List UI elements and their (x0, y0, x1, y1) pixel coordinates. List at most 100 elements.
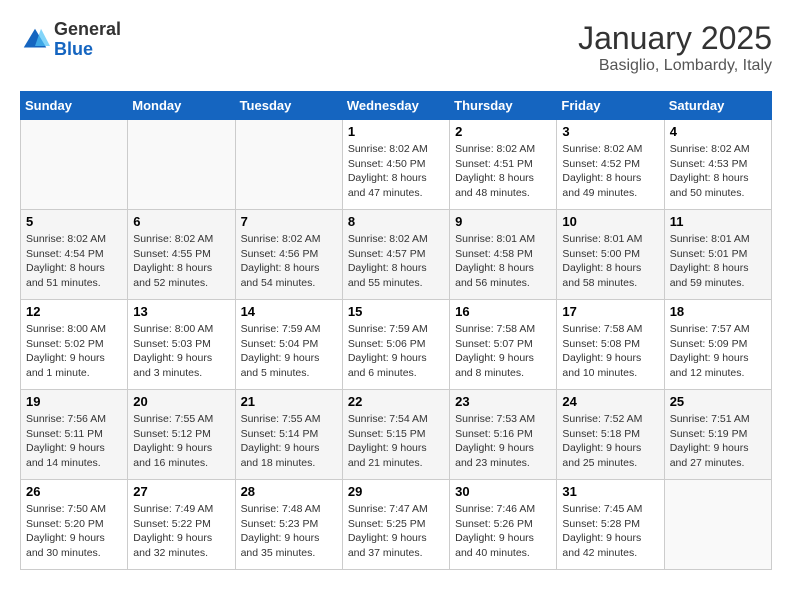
day-info: Sunrise: 8:02 AM Sunset: 4:51 PM Dayligh… (455, 142, 551, 201)
calendar-cell: 2 Sunrise: 8:02 AM Sunset: 4:51 PM Daylig… (450, 120, 557, 210)
day-number: 20 (133, 394, 229, 409)
calendar-cell: 20 Sunrise: 7:55 AM Sunset: 5:12 PM Dayli… (128, 390, 235, 480)
calendar-cell (664, 480, 771, 570)
calendar-cell: 3Sunrise: 8:02 AM Sunset: 4:52 PM Daylig… (557, 120, 664, 210)
logo: General Blue (20, 20, 121, 60)
weekday-header: Friday (557, 92, 664, 120)
day-info: Sunrise: 7:54 AM Sunset: 5:15 PM Dayligh… (348, 412, 444, 471)
day-number: 11 (670, 214, 766, 229)
calendar-cell: 30 Sunrise: 7:46 AM Sunset: 5:26 PM Dayli… (450, 480, 557, 570)
day-number: 15 (348, 304, 444, 319)
day-info: Sunrise: 8:02 AM Sunset: 4:52 PM Dayligh… (562, 142, 658, 201)
day-info: Sunrise: 7:45 AM Sunset: 5:28 PM Dayligh… (562, 502, 658, 561)
calendar-cell: 26 Sunrise: 7:50 AM Sunset: 5:20 PM Dayli… (21, 480, 128, 570)
logo-blue: Blue (54, 40, 121, 60)
day-info: Sunrise: 7:59 AM Sunset: 5:06 PM Dayligh… (348, 322, 444, 381)
day-number: 8 (348, 214, 444, 229)
calendar-header: SundayMondayTuesdayWednesdayThursdayFrid… (21, 92, 772, 120)
day-info: Sunrise: 7:51 AM Sunset: 5:19 PM Dayligh… (670, 412, 766, 471)
weekday-header: Wednesday (342, 92, 449, 120)
day-info: Sunrise: 8:02 AM Sunset: 4:56 PM Dayligh… (241, 232, 337, 291)
calendar-cell: 12Sunrise: 8:00 AM Sunset: 5:02 PM Dayli… (21, 300, 128, 390)
calendar-cell: 19 Sunrise: 7:56 AM Sunset: 5:11 PM Dayli… (21, 390, 128, 480)
calendar-cell: 18 Sunrise: 7:57 AM Sunset: 5:09 PM Dayli… (664, 300, 771, 390)
day-info: Sunrise: 8:01 AM Sunset: 5:01 PM Dayligh… (670, 232, 766, 291)
day-number: 16 (455, 304, 551, 319)
day-info: Sunrise: 8:02 AM Sunset: 4:54 PM Dayligh… (26, 232, 122, 291)
day-number: 29 (348, 484, 444, 499)
day-number: 17 (562, 304, 658, 319)
day-number: 5 (26, 214, 122, 229)
calendar-week-row: 5 Sunrise: 8:02 AM Sunset: 4:54 PM Daylig… (21, 210, 772, 300)
day-number: 19 (26, 394, 122, 409)
day-info: Sunrise: 8:02 AM Sunset: 4:57 PM Dayligh… (348, 232, 444, 291)
calendar-week-row: 26 Sunrise: 7:50 AM Sunset: 5:20 PM Dayli… (21, 480, 772, 570)
calendar-cell: 22 Sunrise: 7:54 AM Sunset: 5:15 PM Dayli… (342, 390, 449, 480)
day-info: Sunrise: 8:02 AM Sunset: 4:53 PM Dayligh… (670, 142, 766, 201)
calendar-cell: 11 Sunrise: 8:01 AM Sunset: 5:01 PM Dayli… (664, 210, 771, 300)
day-number: 21 (241, 394, 337, 409)
calendar-cell: 25 Sunrise: 7:51 AM Sunset: 5:19 PM Dayli… (664, 390, 771, 480)
day-number: 28 (241, 484, 337, 499)
weekday-header-row: SundayMondayTuesdayWednesdayThursdayFrid… (21, 92, 772, 120)
calendar-cell: 15 Sunrise: 7:59 AM Sunset: 5:06 PM Dayli… (342, 300, 449, 390)
calendar-cell: 27 Sunrise: 7:49 AM Sunset: 5:22 PM Dayli… (128, 480, 235, 570)
calendar-cell (21, 120, 128, 210)
day-number: 6 (133, 214, 229, 229)
calendar-cell: 28 Sunrise: 7:48 AM Sunset: 5:23 PM Dayli… (235, 480, 342, 570)
weekday-header: Thursday (450, 92, 557, 120)
calendar-cell: 4Sunrise: 8:02 AM Sunset: 4:53 PM Daylig… (664, 120, 771, 210)
day-info: Sunrise: 7:59 AM Sunset: 5:04 PM Dayligh… (241, 322, 337, 381)
logo-text: General Blue (54, 20, 121, 60)
day-info: Sunrise: 8:00 AM Sunset: 5:03 PM Dayligh… (133, 322, 229, 381)
day-number: 10 (562, 214, 658, 229)
day-info: Sunrise: 7:55 AM Sunset: 5:12 PM Dayligh… (133, 412, 229, 471)
day-number: 26 (26, 484, 122, 499)
day-number: 12 (26, 304, 122, 319)
calendar-cell: 23Sunrise: 7:53 AM Sunset: 5:16 PM Dayli… (450, 390, 557, 480)
day-number: 22 (348, 394, 444, 409)
calendar-cell: 8 Sunrise: 8:02 AM Sunset: 4:57 PM Daylig… (342, 210, 449, 300)
calendar-cell: 6 Sunrise: 8:02 AM Sunset: 4:55 PM Daylig… (128, 210, 235, 300)
day-info: Sunrise: 7:46 AM Sunset: 5:26 PM Dayligh… (455, 502, 551, 561)
day-info: Sunrise: 8:01 AM Sunset: 4:58 PM Dayligh… (455, 232, 551, 291)
weekday-header: Sunday (21, 92, 128, 120)
day-info: Sunrise: 8:02 AM Sunset: 4:55 PM Dayligh… (133, 232, 229, 291)
calendar-cell: 16 Sunrise: 7:58 AM Sunset: 5:07 PM Dayli… (450, 300, 557, 390)
calendar-body: 1Sunrise: 8:02 AM Sunset: 4:50 PM Daylig… (21, 120, 772, 570)
logo-icon (20, 25, 50, 55)
calendar-cell: 31 Sunrise: 7:45 AM Sunset: 5:28 PM Dayli… (557, 480, 664, 570)
day-number: 7 (241, 214, 337, 229)
day-info: Sunrise: 7:56 AM Sunset: 5:11 PM Dayligh… (26, 412, 122, 471)
calendar-cell: 7 Sunrise: 8:02 AM Sunset: 4:56 PM Daylig… (235, 210, 342, 300)
day-number: 30 (455, 484, 551, 499)
calendar-cell: 1Sunrise: 8:02 AM Sunset: 4:50 PM Daylig… (342, 120, 449, 210)
day-info: Sunrise: 8:01 AM Sunset: 5:00 PM Dayligh… (562, 232, 658, 291)
page-header: General Blue January 2025 Basiglio, Lomb… (20, 20, 772, 75)
calendar-cell: 5 Sunrise: 8:02 AM Sunset: 4:54 PM Daylig… (21, 210, 128, 300)
day-number: 24 (562, 394, 658, 409)
day-info: Sunrise: 7:49 AM Sunset: 5:22 PM Dayligh… (133, 502, 229, 561)
day-number: 18 (670, 304, 766, 319)
calendar-cell (235, 120, 342, 210)
day-info: Sunrise: 7:55 AM Sunset: 5:14 PM Dayligh… (241, 412, 337, 471)
day-info: Sunrise: 7:48 AM Sunset: 5:23 PM Dayligh… (241, 502, 337, 561)
day-info: Sunrise: 7:57 AM Sunset: 5:09 PM Dayligh… (670, 322, 766, 381)
day-number: 25 (670, 394, 766, 409)
day-number: 2 (455, 124, 551, 139)
month-title: January 2025 (578, 20, 772, 57)
calendar-cell: 17Sunrise: 7:58 AM Sunset: 5:08 PM Dayli… (557, 300, 664, 390)
day-info: Sunrise: 7:58 AM Sunset: 5:07 PM Dayligh… (455, 322, 551, 381)
day-info: Sunrise: 7:50 AM Sunset: 5:20 PM Dayligh… (26, 502, 122, 561)
day-number: 14 (241, 304, 337, 319)
day-info: Sunrise: 7:52 AM Sunset: 5:18 PM Dayligh… (562, 412, 658, 471)
calendar-cell: 24 Sunrise: 7:52 AM Sunset: 5:18 PM Dayli… (557, 390, 664, 480)
day-number: 1 (348, 124, 444, 139)
location-title: Basiglio, Lombardy, Italy (578, 57, 772, 75)
day-number: 31 (562, 484, 658, 499)
day-number: 9 (455, 214, 551, 229)
calendar-week-row: 1Sunrise: 8:02 AM Sunset: 4:50 PM Daylig… (21, 120, 772, 210)
calendar-table: SundayMondayTuesdayWednesdayThursdayFrid… (20, 91, 772, 570)
day-number: 27 (133, 484, 229, 499)
calendar-cell: 10 Sunrise: 8:01 AM Sunset: 5:00 PM Dayli… (557, 210, 664, 300)
